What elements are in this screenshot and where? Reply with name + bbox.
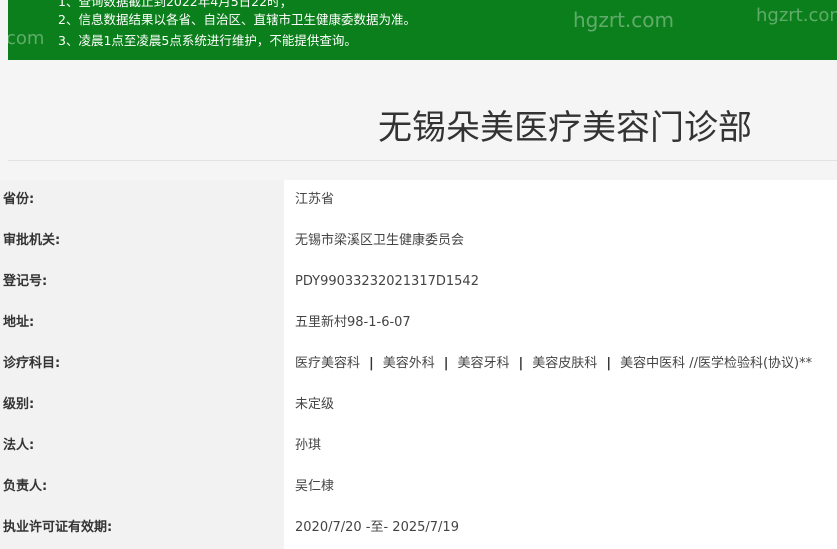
department-item: 美容皮肤科 <box>532 356 598 371</box>
row-label: 审批机关: <box>0 221 284 262</box>
page-title: 无锡朵美医疗美容门诊部 <box>378 108 752 148</box>
table-row: 诊疗科目: 医疗美容科 | 美容外科 | 美容牙科 | 美容皮肤科 | 美容中医科 //医学检验… <box>0 344 837 385</box>
row-value: 2020/7/20 -至- 2025/7/19 <box>284 508 837 549</box>
watermark: hgzrt.com <box>756 5 837 26</box>
row-value: 五里新村98-1-6-07 <box>284 303 837 344</box>
row-value: PDY99033232021317D1542 <box>284 262 837 303</box>
department-item: 医疗美容科 <box>295 356 361 371</box>
notice-banner: 1、查询数据截止到2022年4月5日22时； 2、信息数据结果以各省、自治区、直… <box>8 0 837 60</box>
row-label: 法人: <box>0 426 284 467</box>
info-table: 省份: 江苏省 审批机关: 无锡市梁溪区卫生健康委员会 登记号: PDY9903… <box>0 180 837 549</box>
row-value: 江苏省 <box>284 180 837 221</box>
department-separator: | <box>518 356 524 371</box>
row-label: 省份: <box>0 180 284 221</box>
notice-line-1: 1、查询数据截止到2022年4月5日22时； <box>58 0 293 9</box>
table-row: 审批机关: 无锡市梁溪区卫生健康委员会 <box>0 221 837 262</box>
row-value: 未定级 <box>284 385 837 426</box>
watermark: com <box>8 28 45 49</box>
row-value: 无锡市梁溪区卫生健康委员会 <box>284 221 837 262</box>
row-label: 负责人: <box>0 467 284 508</box>
row-label: 级别: <box>0 385 284 426</box>
row-label: 地址: <box>0 303 284 344</box>
row-value: 孙琪 <box>284 426 837 467</box>
department-separator: | <box>369 356 374 371</box>
row-label: 诊疗科目: <box>0 344 284 385</box>
notice-line-2: 2、信息数据结果以各省、自治区、直辖市卫生健康委数据为准。 <box>58 12 416 27</box>
department-separator: | <box>443 356 449 371</box>
table-row: 地址: 五里新村98-1-6-07 <box>0 303 837 344</box>
title-area: 无锡朵美医疗美容门诊部 <box>0 62 837 162</box>
table-row: 执业许可证有效期: 2020/7/20 -至- 2025/7/19 <box>0 508 837 549</box>
watermark: hgzrt.com <box>573 8 675 32</box>
row-label: 登记号: <box>0 262 284 303</box>
table-row: 省份: 江苏省 <box>0 180 837 221</box>
table-row: 登记号: PDY99033232021317D1542 <box>0 262 837 303</box>
department-separator: | <box>606 356 612 371</box>
table-row: 负责人: 吴仁棣 <box>0 467 837 508</box>
row-value: 吴仁棣 <box>284 467 837 508</box>
notice-line-3: 3、凌晨1点至凌晨5点系统进行维护，不能提供查询。 <box>58 33 357 48</box>
department-item: 美容牙科 <box>457 356 510 371</box>
divider <box>8 160 837 161</box>
row-label: 执业许可证有效期: <box>0 508 284 549</box>
table-row: 法人: 孙琪 <box>0 426 837 467</box>
departments-value: 医疗美容科 | 美容外科 | 美容牙科 | 美容皮肤科 | 美容中医科 //医学检验科(协议)*… <box>284 344 837 385</box>
table-row: 级别: 未定级 <box>0 385 837 426</box>
department-item: 美容外科 <box>382 356 435 371</box>
department-item: 美容中医科 //医学检验科(协议)** <box>620 356 813 371</box>
